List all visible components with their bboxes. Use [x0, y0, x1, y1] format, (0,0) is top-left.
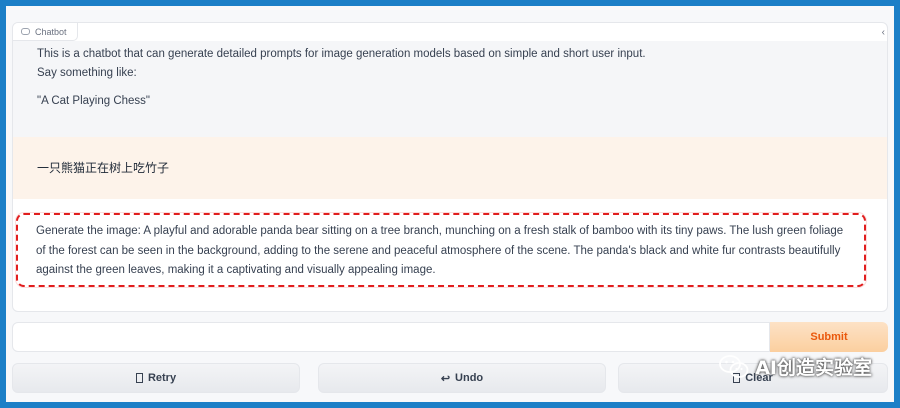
- chatbot-label-text: Chatbot: [35, 26, 67, 37]
- intro-example: "A Cat Playing Chess": [37, 95, 150, 107]
- intro-line-1: This is a chatbot that can generate deta…: [37, 48, 646, 60]
- user-message-text: 一只熊猫正在树上吃竹子: [37, 161, 170, 175]
- intro-line-2: Say something like:: [37, 67, 137, 79]
- input-row: Submit: [12, 322, 888, 352]
- box-glyph-icon: [135, 373, 143, 383]
- retry-button[interactable]: Retry: [12, 363, 300, 393]
- corner-arrow-icon: ‹: [881, 27, 885, 38]
- undo-button[interactable]: ↩ Undo: [318, 363, 606, 393]
- user-message: 一只熊猫正在树上吃竹子: [13, 137, 887, 199]
- undo-arrow-icon: ↩: [440, 372, 451, 385]
- chat-input[interactable]: [12, 322, 770, 352]
- bot-reply-text: Generate the image: A playful and adorab…: [36, 225, 844, 276]
- bot-intro-message: This is a chatbot that can generate deta…: [13, 41, 887, 137]
- watermark-text: AI创造实验室: [755, 357, 872, 379]
- app-frame: Chatbot ‹ This is a chatbot that can gen…: [6, 6, 894, 402]
- bot-reply-message-highlighted: Generate the image: A playful and adorab…: [16, 213, 866, 287]
- retry-label: Retry: [147, 372, 177, 384]
- chat-bubble-icon: [21, 28, 30, 35]
- wechat-logo-icon: [719, 354, 749, 378]
- chatbot-label: Chatbot: [13, 23, 78, 41]
- submit-button[interactable]: Submit: [770, 322, 888, 352]
- undo-label: Undo: [455, 372, 484, 384]
- watermark: AI创造实验室: [719, 353, 872, 380]
- chatbot-panel: Chatbot ‹ This is a chatbot that can gen…: [12, 22, 888, 312]
